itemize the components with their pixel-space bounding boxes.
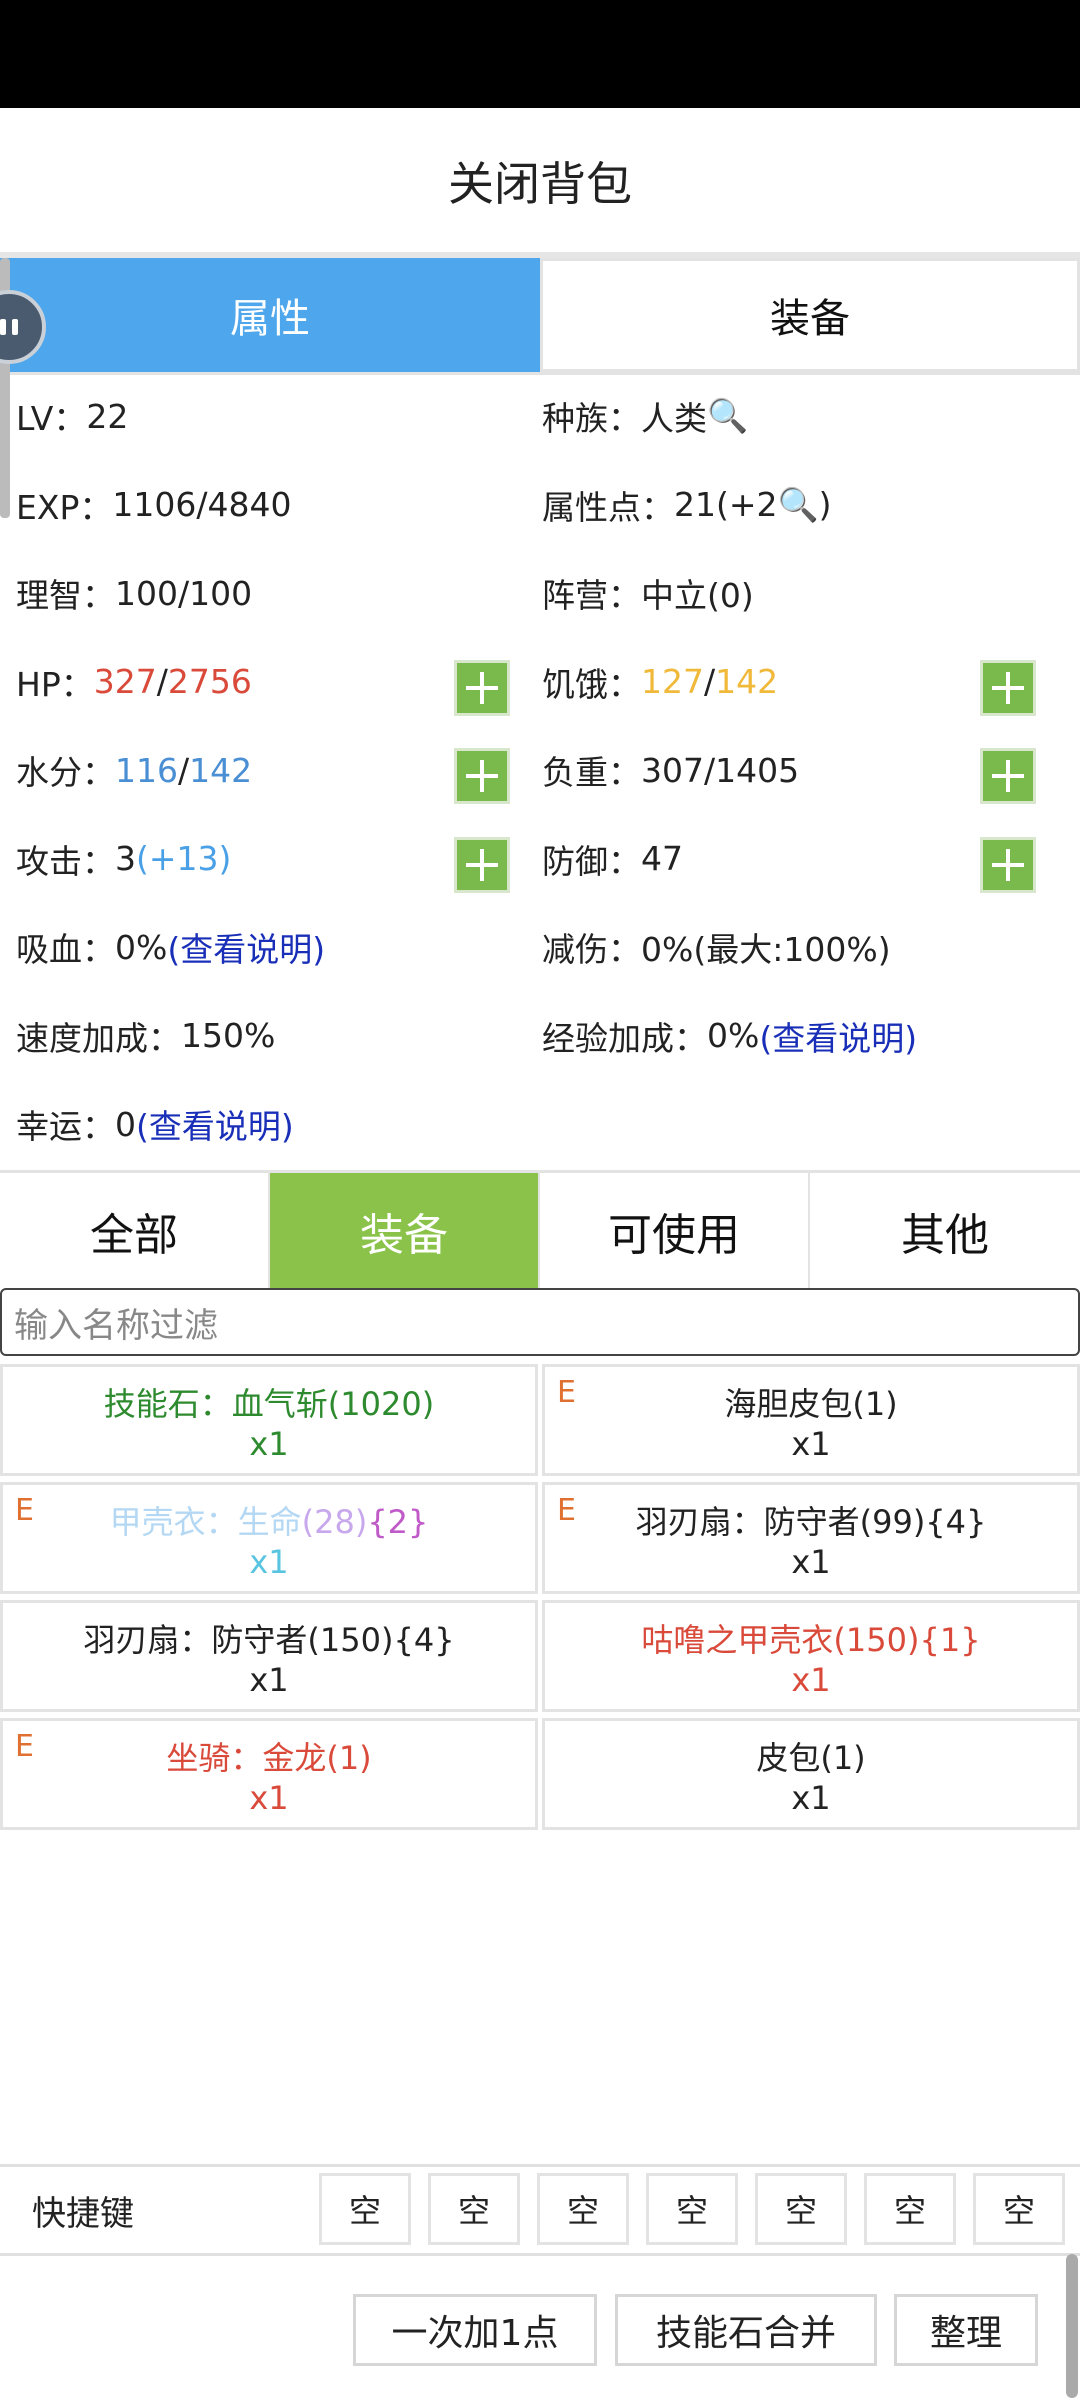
hunger-plus-button[interactable] [980, 659, 1036, 716]
attr-defense: 防御： 47 [542, 839, 683, 881]
lifesteal-help-link[interactable]: (查看说明) [167, 923, 325, 971]
item-name: 甲壳衣：生命(28){2} [109, 1503, 429, 1541]
attr-attack: 攻击： 3 (+13) [16, 839, 232, 881]
load-plus-button[interactable] [980, 748, 1036, 804]
attr-row: 水分： 116/142 负重： 307/1405 [0, 726, 1080, 815]
shortcut-slot-4[interactable]: 空 [646, 2173, 738, 2245]
attributes-panel: LV： 22 种族： 人类 🔍 EXP： 1106/4840 属性点： 21(+2 🔍) 理… [0, 372, 1080, 1169]
shortcut-slot-7[interactable]: 空 [973, 2173, 1065, 2245]
water-plus-button[interactable] [454, 748, 510, 804]
attr-exp: EXP： 1106/4840 [16, 485, 292, 527]
attr-speed: 速度加成： 150% [16, 1016, 276, 1058]
attr-row: 理智： 100/100 阵营： 中立(0) [0, 549, 1080, 638]
tab-category-equipment[interactable]: 装备 [270, 1173, 540, 1289]
attr-water: 水分： 116/142 [16, 750, 253, 793]
close-bag-button[interactable]: 关闭背包 [0, 108, 1080, 254]
tab-attributes-label: 属性 [230, 296, 310, 342]
attr-row: LV： 22 种族： 人类 🔍 [0, 372, 1080, 461]
shortcut-slot-6[interactable]: 空 [864, 2173, 956, 2245]
shortcut-label: 快捷键 [32, 2193, 134, 2234]
list-item[interactable]: E 坐骑：金龙(1) x1 [0, 1718, 538, 1830]
tab-all[interactable]: 全部 [0, 1173, 270, 1289]
attr-load: 负重： 307/1405 [542, 750, 800, 793]
points-search-icon[interactable]: 🔍 [778, 485, 819, 525]
item-name: 咕噜之甲壳衣(150){1} [641, 1621, 981, 1659]
exp-bonus-help-link[interactable]: (查看说明) [759, 1012, 917, 1060]
status-bar [0, 0, 1080, 108]
luck-help-link[interactable]: (查看说明) [136, 1100, 294, 1148]
attr-row: HP： 327/2756 饥饿： 127/142 [0, 638, 1080, 727]
item-name: 羽刃扇：防守者(150){4} [83, 1621, 455, 1659]
tab-other[interactable]: 其他 [810, 1173, 1080, 1289]
list-item[interactable]: 技能石：血气斩(1020) x1 [0, 1364, 538, 1476]
defense-plus-button[interactable] [980, 836, 1036, 893]
item-qty: x1 [249, 1425, 289, 1463]
attr-lifesteal: 吸血： 0% (查看说明) [16, 903, 325, 992]
shortcut-slot-2[interactable]: 空 [428, 2173, 520, 2245]
attr-exp-bonus: 经验加成： 0% (查看说明) [542, 992, 917, 1081]
attr-level: LV： 22 [16, 396, 129, 439]
item-name: 技能石：血气斩(1020) [103, 1385, 435, 1423]
item-qty: x1 [249, 1779, 289, 1817]
attr-race: 种族： 人类 🔍 [542, 396, 749, 439]
list-item[interactable]: 咕噜之甲壳衣(150){1} x1 [542, 1600, 1080, 1712]
item-name: 海胆皮包(1) [724, 1385, 898, 1423]
hp-plus-button[interactable] [454, 659, 510, 716]
attr-points: 属性点： 21(+2 🔍) [542, 484, 832, 527]
attr-row: 速度加成： 150% 经验加成： 0% (查看说明) [0, 992, 1080, 1081]
merge-skill-stones-button[interactable]: 技能石合并 [615, 2294, 877, 2366]
attr-row: 吸血： 0% (查看说明) 减伤： 0%(最大:100%) [0, 903, 1080, 992]
close-bag-label: 关闭背包 [448, 157, 632, 211]
list-item[interactable]: 皮包(1) x1 [542, 1718, 1080, 1830]
item-qty: x1 [791, 1779, 831, 1817]
list-item[interactable]: E 海胆皮包(1) x1 [542, 1364, 1080, 1476]
shortcut-bar: 快捷键 空 空 空 空 空 空 空 [0, 2167, 1080, 2253]
tab-equipment[interactable]: 装备 [540, 258, 1080, 372]
list-item[interactable]: 羽刃扇：防守者(150){4} x1 [0, 1600, 538, 1712]
attr-luck: 幸运： 0 (查看说明) [16, 1080, 294, 1169]
item-name: 羽刃扇：防守者(99){4} [635, 1503, 987, 1541]
item-name: 皮包(1) [756, 1739, 866, 1777]
attack-plus-button[interactable] [454, 836, 510, 893]
attr-camp: 阵营： 中立(0) [542, 576, 754, 616]
scrollbar[interactable] [1066, 2254, 1078, 2398]
shortcut-slot-5[interactable]: 空 [755, 2173, 847, 2245]
item-qty: x1 [791, 1425, 831, 1463]
attr-sanity: 理智： 100/100 [16, 573, 253, 616]
item-qty: x1 [249, 1661, 289, 1699]
shortcut-slot-1[interactable]: 空 [319, 2173, 411, 2245]
race-search-icon[interactable]: 🔍 [707, 396, 748, 436]
list-item[interactable]: E 羽刃扇：防守者(99){4} x1 [542, 1482, 1080, 1594]
main-tabs: 属性 装备 [0, 258, 1080, 375]
tab-attributes[interactable]: 属性 [0, 258, 540, 372]
attr-hp: HP： 327/2756 [16, 662, 252, 704]
sort-button[interactable]: 整理 [894, 2294, 1038, 2366]
attr-row: 幸运： 0 (查看说明) [0, 1080, 1080, 1169]
item-name: 坐骑：金龙(1) [166, 1739, 372, 1777]
tab-usable[interactable]: 可使用 [540, 1173, 810, 1289]
attr-row: EXP： 1106/4840 属性点： 21(+2 🔍) [0, 461, 1080, 550]
attr-reduction: 减伤： 0%(最大:100%) [542, 930, 891, 970]
filter-input[interactable]: 输入名称过滤 [0, 1288, 1080, 1356]
action-bar: 一次加1点 技能石合并 整理 [0, 2256, 1080, 2398]
item-qty: x1 [791, 1543, 831, 1581]
attr-row: 攻击： 3 (+13) 防御： 47 [0, 815, 1080, 904]
category-tabs: 全部 装备 可使用 其他 [0, 1173, 1080, 1289]
shortcut-slot-3[interactable]: 空 [537, 2173, 629, 2245]
item-qty: x1 [249, 1543, 289, 1581]
list-item[interactable]: E 甲壳衣：生命(28){2} x1 [0, 1482, 538, 1594]
tab-equipment-label: 装备 [770, 296, 850, 342]
add-one-point-button[interactable]: 一次加1点 [353, 2294, 597, 2366]
item-qty: x1 [791, 1661, 831, 1699]
attr-hunger: 饥饿： 127/142 [542, 662, 779, 704]
